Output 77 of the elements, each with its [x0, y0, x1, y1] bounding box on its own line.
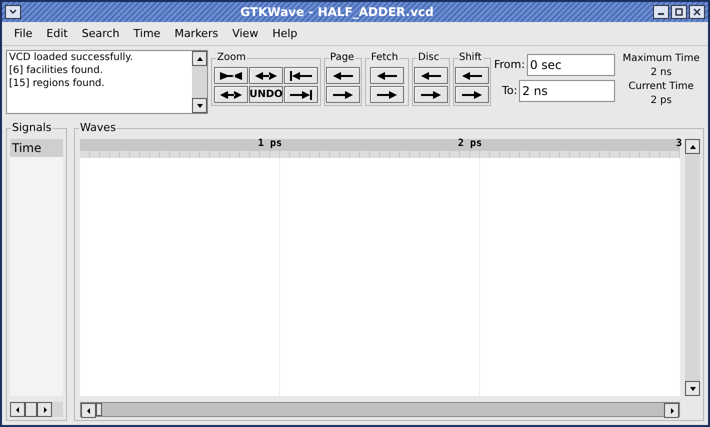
horizontal-scrollbar[interactable] — [10, 402, 64, 417]
scroll-up-button[interactable] — [685, 139, 700, 154]
arrow-to-bar-right-icon — [289, 88, 313, 100]
from-label: From: — [494, 56, 525, 73]
right-arrow-icon — [331, 88, 355, 100]
menu-item[interactable]: Search — [74, 26, 127, 42]
from-field[interactable]: 0 sec — [526, 54, 615, 76]
menu-item[interactable]: Markers — [167, 26, 226, 42]
left-arrow-icon — [460, 70, 484, 82]
triangle-down-icon — [196, 102, 204, 110]
current-time-value: 2 ps — [650, 94, 672, 108]
zoom-end-button[interactable] — [284, 86, 318, 103]
undo-button[interactable]: UNDO — [249, 86, 283, 103]
current-time-label: Current Time — [628, 80, 694, 94]
left-arrow-icon — [331, 70, 355, 82]
tick-label: 2 ps — [458, 139, 482, 149]
chevron-icon — [9, 9, 17, 15]
right-arrow-icon — [460, 88, 484, 100]
scroll-thumb[interactable] — [96, 403, 102, 416]
minimize-button[interactable] — [653, 5, 669, 19]
scroll-up-button[interactable] — [192, 51, 207, 66]
forward-button[interactable] — [326, 86, 360, 103]
tick-label: 1 ps — [258, 139, 282, 149]
signal-item[interactable]: Time — [10, 139, 64, 157]
right-arrow-icon — [375, 88, 399, 100]
back-button[interactable] — [370, 67, 404, 84]
back-button[interactable] — [326, 67, 360, 84]
vertical-scrollbar[interactable] — [685, 139, 700, 396]
close-button[interactable] — [689, 5, 705, 19]
max-time-label: Maximum Time — [622, 52, 700, 66]
menu-item[interactable]: Time — [126, 26, 168, 42]
menu-item[interactable]: View — [225, 26, 266, 42]
scroll-thumb[interactable] — [25, 402, 37, 417]
tick-label: 3 — [676, 139, 682, 149]
forward-button[interactable] — [370, 86, 404, 103]
menu-item[interactable]: File — [7, 26, 40, 42]
vertical-scrollbar[interactable] — [192, 51, 207, 113]
window-title: GTKWave - HALF_ADDER.vcd — [240, 4, 434, 20]
back-button[interactable] — [414, 67, 448, 84]
left-arrow-icon — [419, 70, 443, 82]
zoom-in-button[interactable] — [249, 67, 283, 84]
window-menu-button[interactable] — [5, 5, 21, 19]
triangle-up-icon — [688, 142, 696, 150]
to-label: To: — [502, 82, 518, 99]
scroll-right-button[interactable] — [37, 402, 52, 417]
maximize-icon — [675, 8, 683, 16]
forward-button[interactable] — [455, 86, 489, 103]
triangle-up-icon — [196, 54, 204, 62]
diverging-arrows-icon — [219, 88, 243, 100]
zoom-out-button[interactable] — [214, 86, 248, 103]
zoom-fit-button[interactable] — [214, 67, 248, 84]
maximize-button[interactable] — [671, 5, 687, 19]
close-icon — [693, 8, 701, 16]
back-button[interactable] — [455, 67, 489, 84]
panel-title: Signals — [11, 121, 53, 135]
converging-arrows-icon — [219, 70, 243, 82]
scroll-left-button[interactable] — [10, 402, 25, 417]
horizontal-scrollbar[interactable] — [80, 402, 680, 417]
triangle-left-icon — [14, 406, 22, 414]
triangle-down-icon — [688, 384, 696, 392]
menu-item[interactable]: Help — [265, 26, 304, 42]
scroll-left-button[interactable] — [81, 403, 96, 418]
arrow-to-bar-left-icon — [289, 70, 313, 82]
zoom-start-button[interactable] — [284, 67, 318, 84]
scroll-down-button[interactable] — [685, 381, 700, 396]
forward-button[interactable] — [414, 86, 448, 103]
triangle-left-icon — [84, 406, 92, 414]
scroll-down-button[interactable] — [192, 98, 207, 113]
right-arrow-icon — [419, 88, 443, 100]
log-text: VCD loaded successfully. [6] facilities found. [15] regions found. — [8, 51, 134, 91]
max-time-value: 2 ns — [650, 66, 672, 80]
scroll-right-button[interactable] — [664, 403, 679, 418]
to-field[interactable]: 2 ns — [519, 80, 616, 102]
group-label: Page — [329, 50, 356, 65]
bar-arrows-icon — [254, 70, 278, 82]
left-arrow-icon — [375, 70, 399, 82]
menu-item[interactable]: Edit — [39, 26, 75, 42]
